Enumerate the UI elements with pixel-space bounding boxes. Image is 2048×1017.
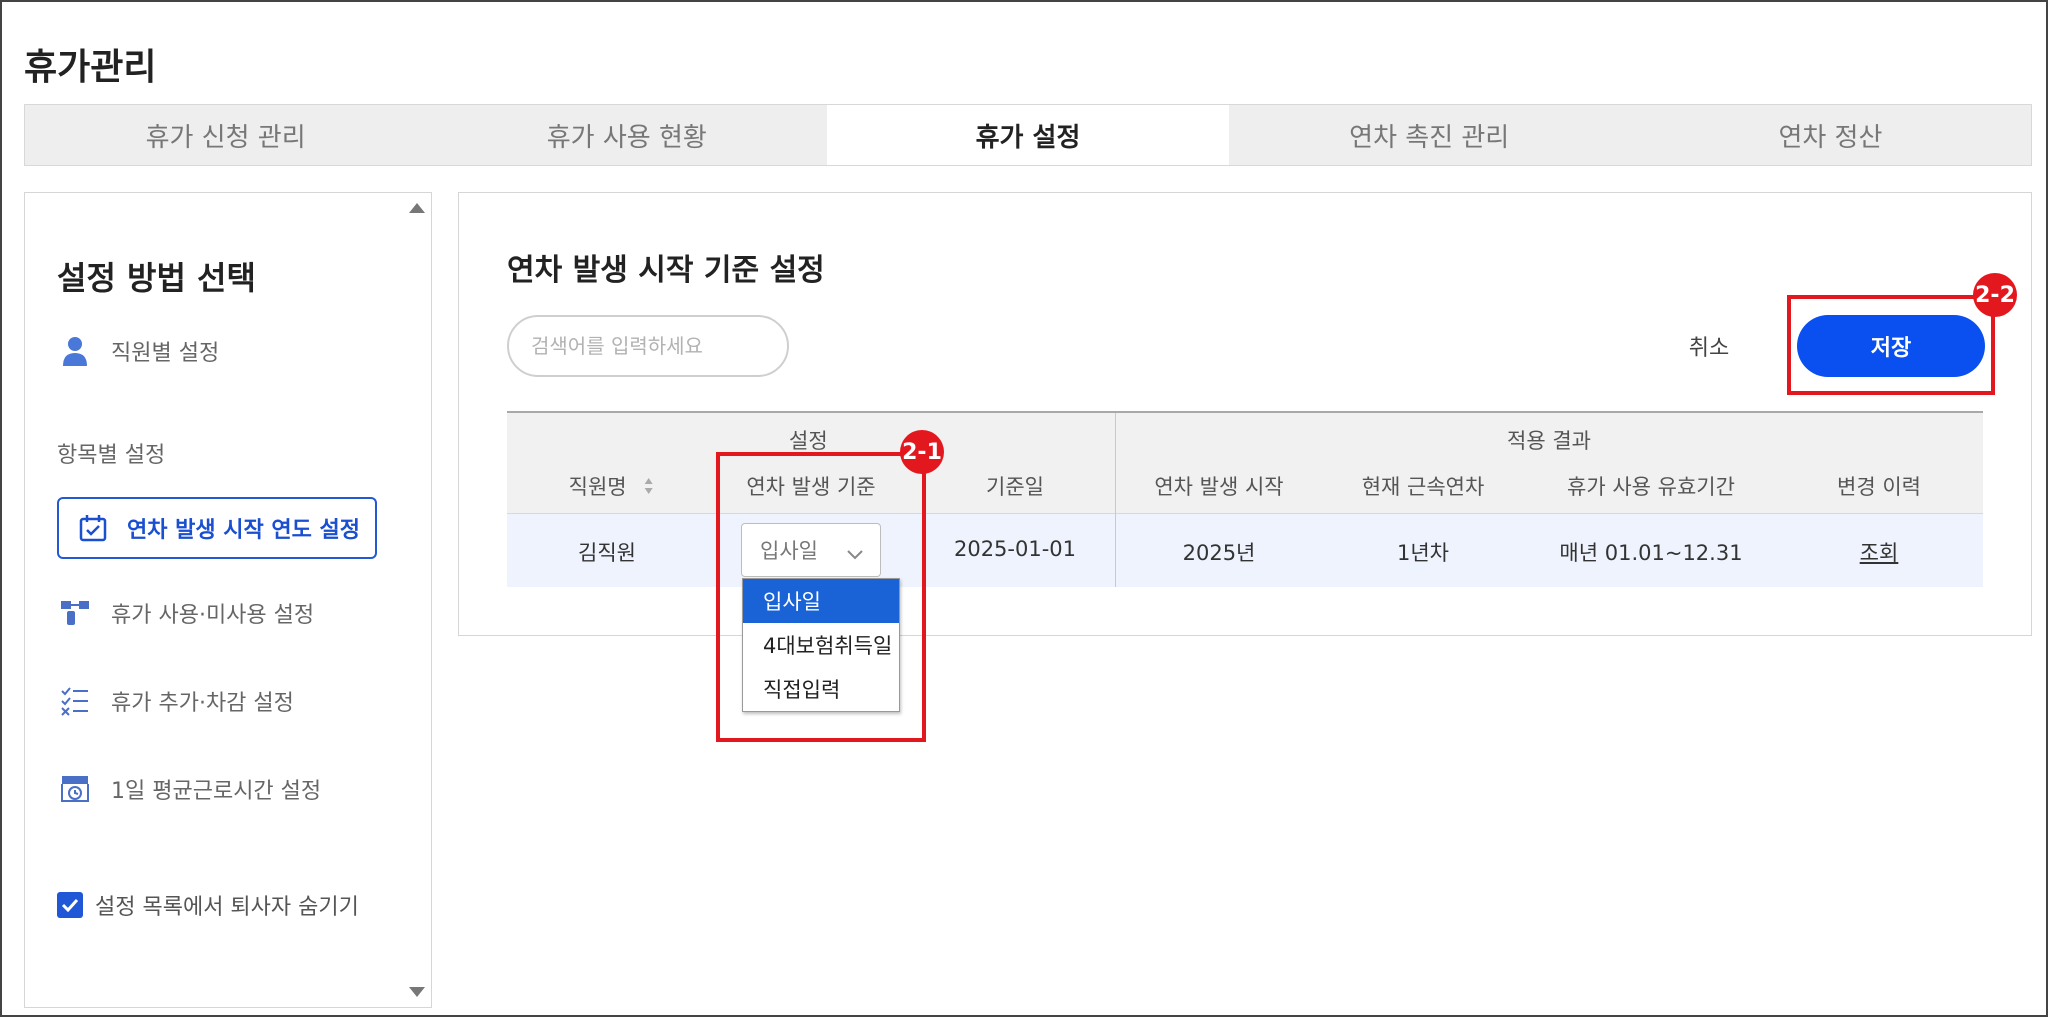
group-header-result: 적용 결과 <box>1507 429 1591 453</box>
main-panel: 연차 발생 시작 기준 설정 취소 저장 2-2 설정 적용 결과 직원명 연차… <box>458 192 2032 636</box>
cell-start-year: 2025년 <box>1182 541 1256 565</box>
settings-sidebar: 설정 방법 선택 직원별 설정 항목별 설정 연차 발생 시작 연도 설정 휴가… <box>24 192 432 1008</box>
column-header-service-year: 현재 근속연차 <box>1361 475 1485 499</box>
group-header-settings: 설정 <box>789 429 828 453</box>
column-header-history: 변경 이력 <box>1837 475 1921 499</box>
checklist-icon <box>57 683 93 719</box>
sidebar-item-label: 휴가 사용·미사용 설정 <box>111 603 315 628</box>
checkbox-checked-icon[interactable] <box>57 892 83 918</box>
column-header-name[interactable]: 직원명 <box>569 471 654 501</box>
save-annotation-box <box>1787 295 1995 395</box>
section-label: 항목별 설정 <box>57 443 166 468</box>
tab-leave-request[interactable]: 휴가 신청 관리 <box>25 105 426 165</box>
toggle-blocks-icon <box>57 595 93 631</box>
scroll-down-arrow-icon[interactable] <box>409 987 425 997</box>
tab-leave-settings[interactable]: 휴가 설정 <box>827 105 1229 165</box>
column-group-divider <box>1115 413 1116 587</box>
sidebar-item-label: 휴가 추가·차감 설정 <box>111 691 294 716</box>
save-annotation-badge: 2-2 <box>1973 273 2017 317</box>
scroll-up-arrow-icon[interactable] <box>409 203 425 213</box>
column-header-start: 연차 발생 시작 <box>1154 475 1284 499</box>
sidebar-item-label: 1일 평균근로시간 설정 <box>111 779 322 804</box>
history-link[interactable]: 조회 <box>1860 537 1899 567</box>
person-icon <box>57 333 93 369</box>
sidebar-item-add-deduct-setting[interactable]: 휴가 추가·차감 설정 <box>57 683 294 719</box>
dropdown-annotation-box <box>716 452 926 742</box>
tab-leave-usage[interactable]: 휴가 사용 현황 <box>426 105 827 165</box>
sidebar-item-annual-start-year[interactable]: 연차 발생 시작 연도 설정 <box>57 497 377 559</box>
hide-resigned-label: 설정 목록에서 퇴사자 숨기기 <box>95 895 359 920</box>
cancel-button[interactable]: 취소 <box>1659 315 1759 377</box>
tab-bar: 휴가 신청 관리 휴가 사용 현황 휴가 설정 연차 촉진 관리 연차 정산 <box>24 104 2032 166</box>
dropdown-annotation-badge: 2-1 <box>900 430 944 474</box>
sidebar-heading: 설정 방법 선택 <box>57 259 256 297</box>
sort-icon[interactable] <box>643 476 653 500</box>
column-header-base-date: 기준일 <box>986 475 1044 499</box>
hide-resigned-checkbox-row[interactable]: 설정 목록에서 퇴사자 숨기기 <box>57 889 359 921</box>
tab-annual-promotion[interactable]: 연차 촉진 관리 <box>1229 105 1630 165</box>
sidebar-item-label: 연차 발생 시작 연도 설정 <box>127 518 361 543</box>
cell-name: 김직원 <box>578 541 636 565</box>
clock-board-icon <box>57 771 93 807</box>
sidebar-item-use-setting[interactable]: 휴가 사용·미사용 설정 <box>57 595 314 631</box>
cell-base-date: 2025-01-01 <box>953 537 1077 561</box>
cell-service-year: 1년차 <box>1396 541 1450 565</box>
column-header-valid-period: 휴가 사용 유효기간 <box>1567 475 1735 499</box>
search-input[interactable] <box>507 315 789 377</box>
page-title: 휴가관리 <box>24 47 157 88</box>
sidebar-item-avg-work-hours[interactable]: 1일 평균근로시간 설정 <box>57 771 321 807</box>
sidebar-item-employee-setting[interactable]: 직원별 설정 <box>57 333 219 369</box>
sidebar-item-label: 직원별 설정 <box>111 341 220 366</box>
cell-valid-period: 매년 01.01~12.31 <box>1559 541 1743 565</box>
tab-annual-settlement[interactable]: 연차 정산 <box>1630 105 2031 165</box>
calendar-check-icon <box>75 510 111 546</box>
main-title: 연차 발생 시작 기준 설정 <box>507 253 825 288</box>
